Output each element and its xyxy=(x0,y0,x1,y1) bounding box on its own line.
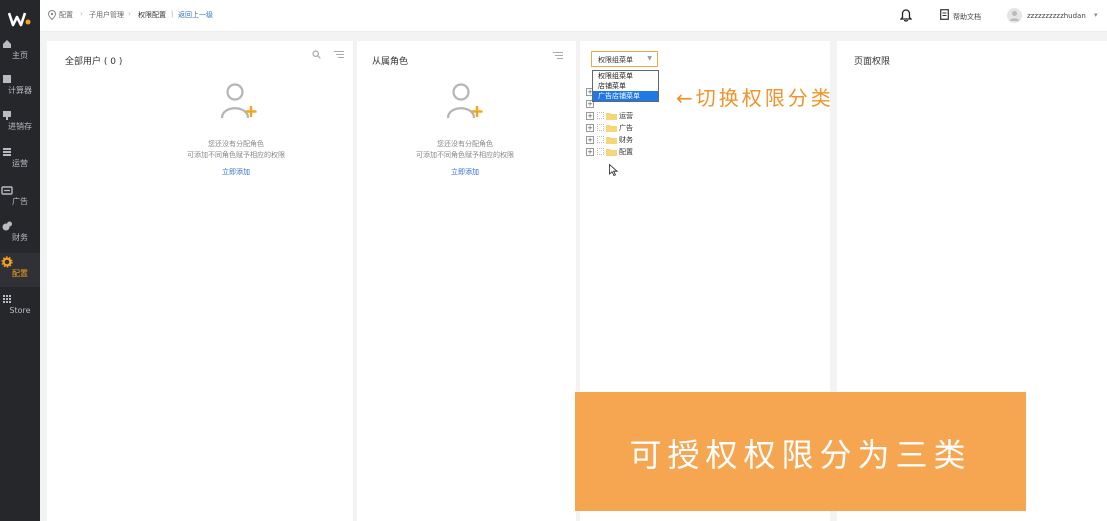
sidebar-item-label: 计算器 xyxy=(8,86,32,95)
sidebar-item-calculator[interactable]: 计算器 xyxy=(0,70,40,104)
sidebar-item-label: 主页 xyxy=(12,51,28,60)
sidebar-item-label: Store xyxy=(9,306,31,315)
operations-icon xyxy=(3,148,11,156)
breadcrumb-current: 权限配置 xyxy=(138,11,166,19)
sidebar-item-label: 运营 xyxy=(12,159,28,168)
sidebar-item-home[interactable]: 主页 xyxy=(0,35,40,69)
panel-title: 页面权限 xyxy=(854,57,891,67)
folder-icon xyxy=(606,113,617,120)
inventory-icon xyxy=(3,111,11,120)
filter-list-icon[interactable] xyxy=(334,50,344,59)
tree-node-label[interactable]: 配置 xyxy=(619,147,633,157)
expand-icon[interactable]: + xyxy=(586,136,594,144)
menu-type-options: 权限组菜单 店铺菜单 广告店铺菜单 xyxy=(592,70,659,102)
sidebar: 主页 计算器 进销存 运营 广告 财务 配置 Store xyxy=(0,0,40,521)
select-option-highlighted[interactable]: 广告店铺菜单 xyxy=(593,91,658,101)
roles-panel: 从属角色 您还没有分配角色 可添加不同角色赋予相应的权限 立即添加 xyxy=(357,41,576,521)
breadcrumb-divider: | xyxy=(171,10,174,18)
sidebar-item-store[interactable]: Store xyxy=(0,290,40,324)
panel-title: 全部用户 ( 0 ) xyxy=(65,57,123,67)
chevron-right-icon: › xyxy=(128,10,131,18)
add-now-link[interactable]: 立即添加 xyxy=(435,167,495,177)
select-value: 权限组菜单 xyxy=(598,56,633,64)
user-icon xyxy=(1010,11,1019,21)
expand-icon[interactable]: + xyxy=(586,124,594,132)
tree-node-label[interactable]: 运营 xyxy=(619,111,633,121)
sidebar-item-finance[interactable]: 财务 xyxy=(0,217,40,251)
folder-icon xyxy=(606,137,617,144)
select-option[interactable]: 权限组菜单 xyxy=(593,71,658,81)
finance-icon xyxy=(2,221,12,231)
app-logo[interactable] xyxy=(8,9,32,29)
users-panel: 全部用户 ( 0 ) 您还没有分配角色 可添加不同角色赋予相应的权限 立即添加 xyxy=(47,41,353,521)
chevron-down-icon: ▼ xyxy=(647,55,652,62)
annotation-arrow-note: ←切换权限分类 xyxy=(676,86,834,110)
sidebar-item-config[interactable]: 配置 xyxy=(0,253,40,287)
breadcrumb-item[interactable]: 子用户管理 xyxy=(89,10,124,20)
add-user-icon xyxy=(220,83,257,119)
tree-node-label[interactable]: 广告 xyxy=(619,123,633,133)
back-link[interactable]: 返回上一级 xyxy=(178,10,213,20)
gear-icon xyxy=(1,256,13,268)
empty-message: 您还没有分配角色 xyxy=(437,140,493,148)
expand-icon[interactable]: + xyxy=(586,112,594,120)
breadcrumb-item[interactable]: 配置 xyxy=(59,10,73,20)
empty-message: 您还没有分配角色 xyxy=(208,140,264,148)
sidebar-item-label: 财务 xyxy=(12,233,28,242)
tree-checkbox[interactable] xyxy=(597,136,604,143)
annotation-banner: 可授权权限分为三类 xyxy=(575,392,1026,511)
sidebar-item-label: 广告 xyxy=(12,197,28,206)
location-pin-icon xyxy=(48,10,56,20)
sidebar-item-ads[interactable]: 广告 xyxy=(0,181,40,215)
tree-node-label[interactable]: 财务 xyxy=(619,135,633,145)
tree-checkbox[interactable] xyxy=(597,112,604,119)
ads-icon xyxy=(1,186,13,195)
menu-type-select[interactable]: 权限组菜单 ▼ xyxy=(591,51,658,67)
bell-icon[interactable] xyxy=(900,9,912,22)
home-icon xyxy=(3,40,11,48)
tree-checkbox[interactable] xyxy=(597,148,604,155)
panel-title: 从属角色 xyxy=(372,57,409,67)
chevron-down-icon[interactable]: ▾ xyxy=(1094,11,1098,19)
username[interactable]: zzzzzzzzzzhudan xyxy=(1027,12,1086,20)
chevron-right-icon: › xyxy=(80,10,83,18)
empty-hint: 可添加不同角色赋予相应的权限 xyxy=(416,151,514,159)
sidebar-item-label: 配置 xyxy=(12,269,28,278)
help-docs-link[interactable]: 帮助文档 xyxy=(953,12,981,22)
cursor-icon xyxy=(609,164,618,176)
folder-icon xyxy=(606,149,617,156)
help-doc-icon[interactable] xyxy=(940,9,949,20)
expand-icon[interactable]: + xyxy=(586,148,594,156)
search-icon[interactable] xyxy=(312,50,321,59)
tree-checkbox[interactable] xyxy=(597,124,604,131)
avatar[interactable] xyxy=(1007,8,1022,23)
sidebar-item-operations[interactable]: 运营 xyxy=(0,143,40,177)
add-now-link[interactable]: 立即添加 xyxy=(206,167,266,177)
add-user-icon xyxy=(446,83,483,119)
top-bar: 配置 › 子用户管理 › 权限配置 | 返回上一级 帮助文档 zzzzzzzzz… xyxy=(40,0,1107,32)
sidebar-item-inventory[interactable]: 进销存 xyxy=(0,106,40,140)
calculator-icon xyxy=(3,75,11,83)
empty-hint: 可添加不同角色赋予相应的权限 xyxy=(187,151,285,159)
filter-list-icon[interactable] xyxy=(553,51,563,60)
grid-icon xyxy=(3,295,11,303)
annotation-banner-text: 可授权权限分为三类 xyxy=(629,436,972,474)
select-option[interactable]: 店铺菜单 xyxy=(593,81,658,91)
sidebar-item-label: 进销存 xyxy=(8,122,32,131)
folder-icon xyxy=(606,125,617,132)
